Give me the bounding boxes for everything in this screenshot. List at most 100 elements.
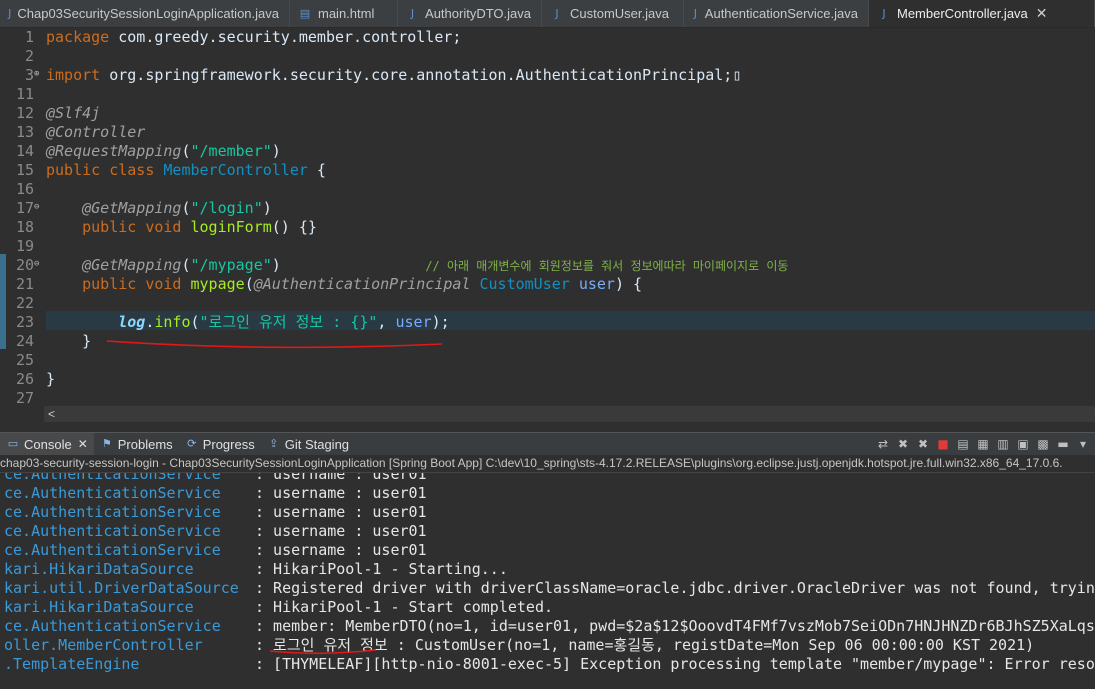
line-number: 27 — [15, 389, 34, 407]
log-message: : username : user01 — [255, 484, 427, 502]
code-token: @GetMapping — [82, 256, 182, 274]
log-message: : username : user01 — [255, 473, 427, 483]
tab-problems[interactable]: ⚑ Problems — [94, 433, 179, 455]
log-source: .TemplateEngine — [4, 655, 140, 673]
terminate-icon[interactable]: ■ — [935, 436, 951, 452]
java-file-icon: J — [693, 6, 698, 20]
code-line: 17 ⊖ @GetMapping("/login") — [0, 199, 1095, 218]
fold-toggle-icon[interactable]: ⊖ — [34, 198, 39, 217]
console-line: kari.HikariDataSource: HikariPool-1 - St… — [0, 598, 1095, 617]
console-icon: ▭ — [7, 437, 19, 450]
editor-tab-bar: J Chap03SecuritySessionLoginApplication.j… — [0, 0, 1095, 28]
line-number: 3 — [24, 66, 34, 84]
log-message: : username : user01 — [255, 522, 427, 540]
code-text: @RequestMapping("/member") — [46, 142, 281, 161]
line-number: 24 — [15, 332, 34, 350]
code-token: user — [578, 275, 615, 293]
display-console-icon[interactable]: ▬ — [1055, 436, 1071, 452]
line-number: 18 — [15, 218, 34, 236]
console-output[interactable]: ce.AuthenticationService: username : use… — [0, 473, 1095, 689]
console-line: ce.AuthenticationService: username : use… — [0, 503, 1095, 522]
log-message: : Registered driver with driverClassName… — [255, 579, 1095, 597]
console-tab-label: Problems — [117, 436, 173, 452]
code-line: 18 public void loginForm() {} — [0, 218, 1095, 237]
code-editor[interactable]: < 1 package com.greedy.security.member.co… — [0, 28, 1095, 422]
line-number: 12 — [15, 104, 34, 122]
code-line: 3 ⊕ import org.springframework.security.co… — [0, 66, 1095, 85]
line-number: 1 — [24, 28, 34, 46]
console-process-label: chap03-security-session-login - Chap03Se… — [0, 455, 1095, 473]
code-token: public class — [46, 161, 164, 179]
log-message: : username : user01 — [255, 503, 427, 521]
console-line: oller.MemberController: 로그인 유저 정보 : Cust… — [0, 636, 1095, 655]
show-on-output-icon[interactable]: ▣ — [1015, 436, 1031, 452]
tab-console[interactable]: ▭ Console ✕ — [0, 433, 94, 455]
tab-git-staging[interactable]: ⇪ Git Staging — [261, 433, 355, 455]
editor-tab[interactable]: J Chap03SecuritySessionLoginApplication.j… — [0, 0, 290, 27]
code-line: 16 — [0, 180, 1095, 199]
remove-launch-icon[interactable]: ✖ — [895, 436, 911, 452]
code-token: ( — [181, 142, 191, 160]
code-line: 14 @RequestMapping("/member") — [0, 142, 1095, 161]
remove-all-icon[interactable]: ✖ — [915, 436, 931, 452]
code-token: ( — [190, 313, 200, 331]
clear-console-icon[interactable]: ▤ — [955, 436, 971, 452]
console-tab-bar: ▭ Console ✕ ⚑ Problems ⟳ Progress ⇪ Git Staging … — [0, 432, 1095, 455]
log-message: : [THYMELEAF][http-nio-8001-exec-5] Exce… — [255, 655, 1095, 673]
editor-tab[interactable]: J AuthorityDTO.java — [398, 0, 542, 27]
editor-tab[interactable]: J AuthenticationService.java — [684, 0, 869, 27]
open-console-icon[interactable]: ▾ — [1075, 436, 1091, 452]
line-number: 17 — [15, 199, 34, 217]
tab-progress[interactable]: ⟳ Progress — [179, 433, 261, 455]
console-line: ce.AuthenticationService: member: Member… — [0, 617, 1095, 636]
code-token: mypage — [190, 275, 245, 293]
close-icon[interactable]: ✕ — [1036, 6, 1048, 22]
console-line: .TemplateEngine : [THYMELEAF][http-nio-80… — [0, 655, 1095, 674]
code-line: 12 @Slf4j — [0, 104, 1095, 123]
git-staging-icon: ⇪ — [269, 437, 279, 450]
editor-tab[interactable]: J CustomUser.java — [542, 0, 684, 27]
log-source: kari.HikariDataSource — [4, 560, 194, 578]
code-token: , — [377, 313, 396, 331]
code-line: 21 public void mypage(@AuthenticationPri… — [0, 275, 1095, 294]
log-source: kari.util.DriverDataSource — [4, 579, 239, 597]
code-line: 1 package com.greedy.security.member.cont… — [0, 28, 1095, 47]
code-line: 20 ⊖ @GetMapping("/mypage") // 아래 매개변수에 회… — [0, 256, 1095, 275]
close-icon[interactable]: ✕ — [78, 437, 88, 451]
java-file-icon: J — [8, 6, 12, 20]
log-source: oller.MemberController — [4, 636, 203, 654]
line-number: 15 — [15, 161, 34, 179]
horizontal-scrollbar[interactable]: < — [44, 406, 1095, 422]
code-text: @GetMapping("/login") — [46, 199, 272, 218]
editor-tab[interactable]: J MemberController.java ✕ — [869, 0, 1095, 27]
code-line: 22 — [0, 294, 1095, 313]
code-text: @GetMapping("/mypage") // 아래 매개변수에 회원정보를… — [46, 256, 788, 276]
code-line: 15 public class MemberController { — [0, 161, 1095, 180]
fold-toggle-icon[interactable]: ⊖ — [34, 255, 39, 274]
console-line: ce.AuthenticationService: username : use… — [0, 473, 1095, 484]
line-number: 22 — [15, 294, 34, 312]
code-token: } — [46, 370, 56, 388]
code-token: ) — [271, 142, 281, 160]
console-line: kari.HikariDataSource: HikariPool-1 - St… — [0, 560, 1095, 579]
line-number: 21 — [15, 275, 34, 293]
code-line: 19 — [0, 237, 1095, 256]
code-token: } — [46, 332, 92, 350]
code-token: @AuthenticationPrincipal — [253, 275, 471, 293]
code-token: ( — [244, 275, 254, 293]
code-token: public void — [82, 218, 191, 236]
code-token: // 아래 매개변수에 회원정보를 줘서 정보에따라 마이페이지로 이동 — [425, 259, 789, 273]
console-tab-label: Console — [24, 436, 72, 452]
pin-console-icon[interactable]: ▩ — [1035, 436, 1051, 452]
scroll-lock-icon[interactable]: ▦ — [975, 436, 991, 452]
sync-icon[interactable]: ⇄ — [875, 436, 891, 452]
editor-tab[interactable]: ▤ main.html — [290, 0, 398, 27]
word-wrap-icon[interactable]: ▥ — [995, 436, 1011, 452]
code-line: 23 log.info("로그인 유저 정보 : {}", user); — [0, 313, 1095, 332]
scroll-left-icon[interactable]: < — [48, 407, 55, 421]
fold-toggle-icon[interactable]: ⊕ — [34, 65, 39, 84]
editor-tab-label: AuthenticationService.java — [704, 6, 858, 21]
